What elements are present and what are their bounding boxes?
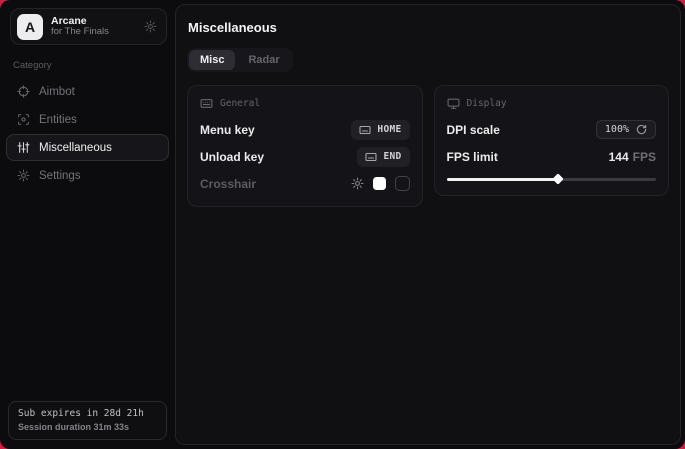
session-duration-text: Session duration 31m 33s: [18, 422, 157, 432]
app-header: A Arcane for The Finals: [10, 8, 167, 45]
fps-limit-value-wrap: 144 FPS: [609, 150, 656, 164]
unload-key-row: Unload key END: [200, 145, 410, 168]
dpi-scale-row: DPI scale 100%: [447, 118, 657, 141]
display-card-header: Display: [447, 97, 657, 110]
sliders-icon: [17, 141, 30, 154]
app-window: A Arcane for The Finals Category: [0, 0, 685, 449]
sidebar-item-label: Aimbot: [39, 86, 75, 98]
general-card-title: General: [220, 98, 260, 109]
sidebar-item-label: Entities: [39, 114, 77, 126]
header-gear-icon[interactable]: [144, 20, 157, 33]
sidebar-item-entities[interactable]: Entities: [6, 106, 169, 133]
sidebar: A Arcane for The Finals Category: [0, 0, 175, 449]
fps-limit-slider[interactable]: [447, 174, 657, 184]
crosshair-row: Crosshair: [200, 172, 410, 195]
menu-key-button[interactable]: HOME: [351, 120, 409, 140]
fps-slider-thumb[interactable]: [552, 173, 563, 184]
crosshair-controls: [351, 176, 410, 191]
crosshair-icon: [17, 85, 30, 98]
menu-key-label: Menu key: [200, 123, 255, 137]
gear-icon: [17, 169, 30, 182]
general-card: General Menu key HOME Unload key: [187, 85, 423, 207]
menu-key-row: Menu key HOME: [200, 118, 410, 141]
general-card-header: General: [200, 97, 410, 110]
tab-misc[interactable]: Misc: [189, 50, 235, 70]
dpi-scale-value: 100%: [605, 124, 629, 135]
display-card: Display DPI scale 100%: [434, 85, 670, 196]
fps-limit-label: FPS limit: [447, 150, 498, 164]
unload-key-button[interactable]: END: [357, 147, 409, 167]
fps-slider-fill: [447, 178, 558, 181]
scan-icon: [17, 113, 30, 126]
dpi-scale-select[interactable]: 100%: [596, 120, 656, 139]
app-titles: Arcane for The Finals: [51, 15, 109, 38]
unload-key-value: END: [383, 151, 401, 162]
app-logo-letter: A: [25, 19, 35, 35]
app-logo: A: [17, 14, 43, 40]
menu-key-value: HOME: [377, 124, 401, 135]
sidebar-item-label: Settings: [39, 170, 81, 182]
monitor-icon: [447, 97, 460, 110]
category-label: Category: [13, 60, 175, 71]
crosshair-label: Crosshair: [200, 177, 256, 191]
keyboard-icon: [200, 97, 213, 110]
keyboard-icon: [365, 151, 377, 163]
main-panel: Miscellaneous Misc Radar General: [175, 4, 681, 445]
app-subtitle: for The Finals: [51, 27, 109, 38]
sidebar-item-settings[interactable]: Settings: [6, 162, 169, 189]
tab-bar: Misc Radar: [187, 48, 293, 72]
sub-expires-text: Sub expires in 28d 21h: [18, 408, 157, 419]
crosshair-settings-gear-icon[interactable]: [351, 177, 364, 190]
tab-radar[interactable]: Radar: [237, 50, 290, 70]
sidebar-item-miscellaneous[interactable]: Miscellaneous: [6, 134, 169, 161]
crosshair-checkbox[interactable]: [395, 176, 410, 191]
fps-limit-value: 144: [609, 150, 629, 164]
sidebar-item-aimbot[interactable]: Aimbot: [6, 78, 169, 105]
cycle-icon: [636, 124, 647, 135]
page-title: Miscellaneous: [188, 20, 669, 35]
keyboard-icon: [359, 124, 371, 136]
fps-limit-row: FPS limit 144 FPS: [447, 145, 657, 168]
subscription-info: Sub expires in 28d 21h Session duration …: [8, 401, 167, 440]
sidebar-item-label: Miscellaneous: [39, 142, 112, 154]
fps-limit-unit: FPS: [633, 150, 656, 164]
dpi-scale-label: DPI scale: [447, 123, 500, 137]
unload-key-label: Unload key: [200, 150, 264, 164]
sidebar-nav: Aimbot Entities: [0, 78, 175, 189]
crosshair-color-swatch[interactable]: [373, 177, 386, 190]
cards-row: General Menu key HOME Unload key: [187, 85, 669, 207]
display-card-title: Display: [467, 98, 507, 109]
